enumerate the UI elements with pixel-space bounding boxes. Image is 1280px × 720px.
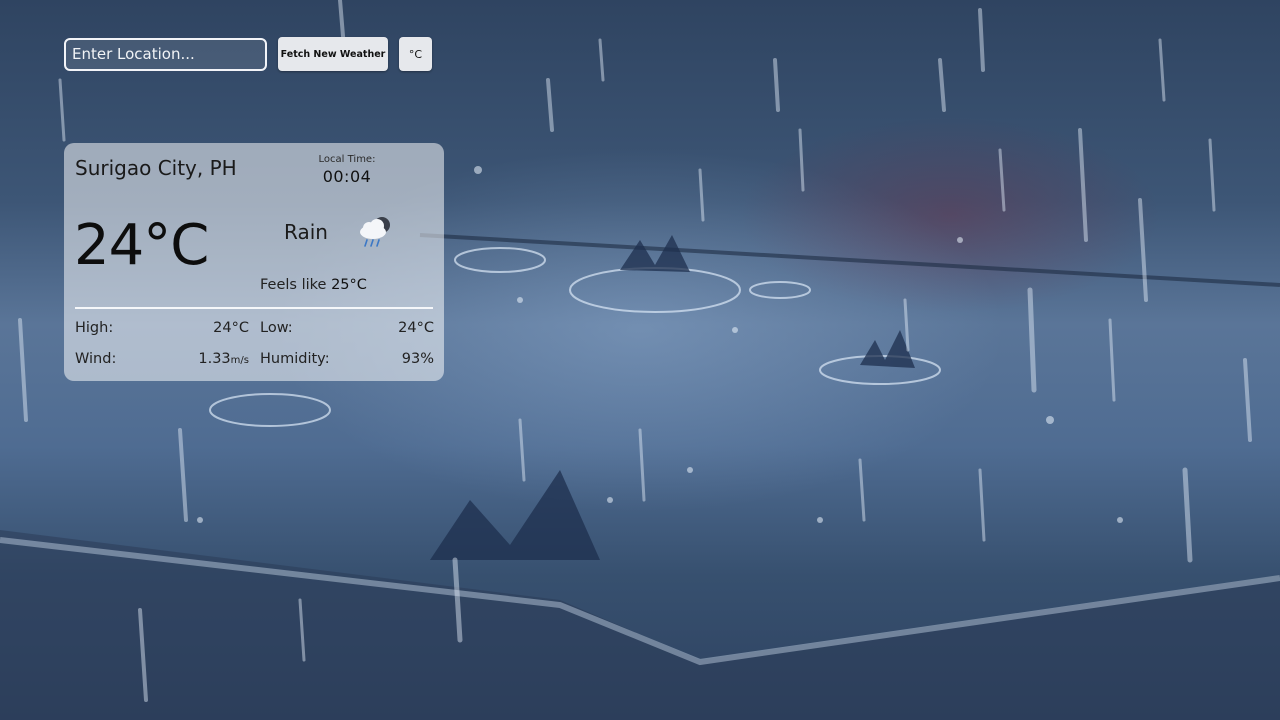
location-input[interactable] [64, 37, 267, 71]
low-label: Low: [260, 320, 293, 336]
high-value: 24°C [213, 320, 249, 336]
wind-value: 1.33m/s [164, 351, 249, 367]
feels-like: Feels like 25°C [260, 277, 367, 293]
wind-speed: 1.33 [198, 351, 231, 367]
high-label: High: [75, 320, 114, 336]
city-name: Surigao City, PH [75, 156, 237, 180]
weather-card: Surigao City, PH Local Time: 00:04 24°C … [64, 143, 444, 381]
local-time: Local Time: 00:04 [300, 154, 394, 186]
feels-like-value: 25°C [331, 277, 367, 293]
card-divider [75, 307, 433, 309]
unit-toggle-button[interactable]: °C [399, 37, 432, 71]
wind-label: Wind: [75, 351, 117, 367]
humidity-label: Humidity: [260, 351, 330, 367]
low-value: 24°C [398, 320, 434, 336]
controls-bar: Fetch New Weather °C [64, 37, 432, 71]
current-temperature: 24°C [74, 213, 209, 278]
wind-unit: m/s [230, 355, 249, 366]
cloud-rain-icon [360, 217, 390, 247]
local-time-value: 00:04 [322, 167, 372, 186]
feels-like-label: Feels like [260, 277, 327, 293]
humidity-value: 93% [401, 351, 434, 367]
local-time-label: Local Time: [318, 154, 376, 165]
weather-condition: Rain [284, 220, 328, 244]
fetch-weather-button[interactable]: Fetch New Weather [278, 37, 388, 71]
